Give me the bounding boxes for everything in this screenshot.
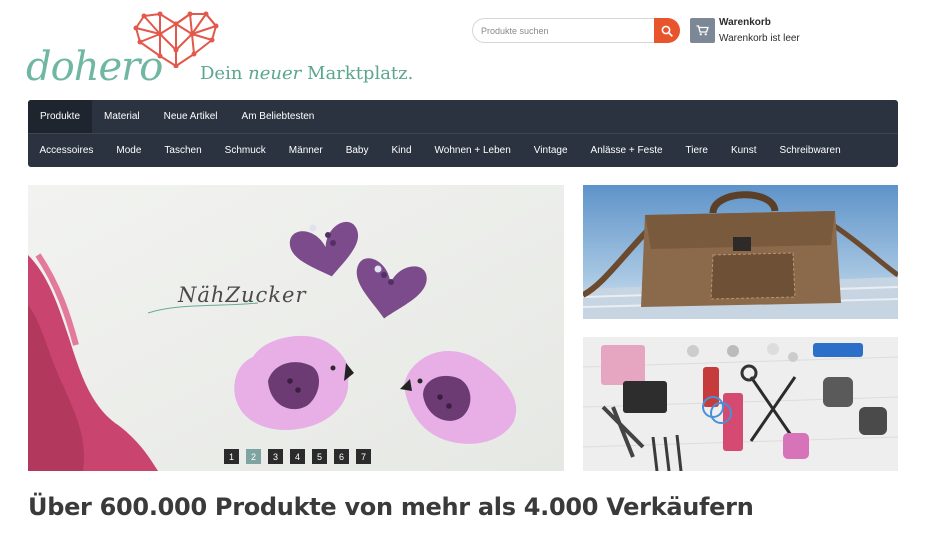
nav-item-neue-artikel[interactable]: Neue Artikel: [152, 100, 230, 133]
slider-page-6[interactable]: 6: [334, 449, 349, 464]
category-kunst[interactable]: Kunst: [719, 134, 768, 167]
nav-item-am-beliebtesten[interactable]: Am Beliebtesten: [230, 100, 327, 133]
category-taschen[interactable]: Taschen: [153, 134, 213, 167]
tagline-emphasis: neuer: [248, 63, 302, 84]
search-button[interactable]: [654, 18, 680, 43]
category-schreibwaren[interactable]: Schreibwaren: [768, 134, 852, 167]
category-baby[interactable]: Baby: [334, 134, 380, 167]
leather-bag-image: [583, 185, 898, 319]
slider-page-3[interactable]: 3: [268, 449, 283, 464]
page-headline: Über 600.000 Produkte von mehr als 4.000…: [28, 493, 754, 521]
slider-page-2[interactable]: 2: [246, 449, 261, 464]
search-input[interactable]: [481, 23, 651, 39]
tagline: Dein neuer Marktplatz.: [200, 63, 413, 84]
logo[interactable]: dohero: [26, 10, 219, 90]
slide-image-buttons: [28, 185, 564, 471]
cart-title[interactable]: Warenkorb: [719, 17, 771, 28]
category-maenner[interactable]: Männer: [277, 134, 334, 167]
nav-categories: Accessoires Mode Taschen Schmuck Männer …: [28, 134, 852, 167]
slider-page-5[interactable]: 5: [312, 449, 327, 464]
search-icon: [661, 25, 673, 37]
category-anlaesse-feste[interactable]: Anlässe + Feste: [579, 134, 674, 167]
category-wohnen-leben[interactable]: Wohnen + Leben: [423, 134, 522, 167]
craft-tools-image: [583, 337, 898, 471]
page: dohero Dein neuer Marktplatz. Warenkorb …: [0, 0, 930, 541]
slider-page-1[interactable]: 1: [224, 449, 239, 464]
logo-wordmark: dohero: [26, 44, 163, 90]
tagline-part-2: Marktplatz.: [307, 63, 414, 84]
slide-brand-text: NähZucker: [178, 283, 307, 307]
hero-slider[interactable]: NähZucker 1 2 3 4 5 6 7: [28, 185, 564, 471]
nav-item-material[interactable]: Material: [92, 100, 152, 133]
promo-image-bag[interactable]: [583, 185, 898, 319]
main-navigation: Produkte Material Neue Artikel Am Belieb…: [28, 100, 898, 167]
category-kind[interactable]: Kind: [380, 134, 423, 167]
category-accessoires[interactable]: Accessoires: [28, 134, 105, 167]
cart-button[interactable]: [690, 18, 715, 43]
search-bar: [472, 18, 680, 43]
category-vintage[interactable]: Vintage: [522, 134, 579, 167]
category-mode[interactable]: Mode: [105, 134, 153, 167]
nav-primary: Produkte Material Neue Artikel Am Belieb…: [28, 100, 326, 133]
slider-pagination: 1 2 3 4 5 6 7: [224, 449, 371, 464]
promo-image-craft[interactable]: [583, 337, 898, 471]
category-tiere[interactable]: Tiere: [674, 134, 719, 167]
slider-page-4[interactable]: 4: [290, 449, 305, 464]
tagline-part-1: Dein: [200, 63, 243, 84]
category-schmuck[interactable]: Schmuck: [213, 134, 277, 167]
nav-item-produkte[interactable]: Produkte: [28, 100, 93, 133]
cart-status: Warenkorb ist leer: [719, 33, 800, 44]
cart-icon: [696, 25, 709, 36]
slider-page-7[interactable]: 7: [356, 449, 371, 464]
